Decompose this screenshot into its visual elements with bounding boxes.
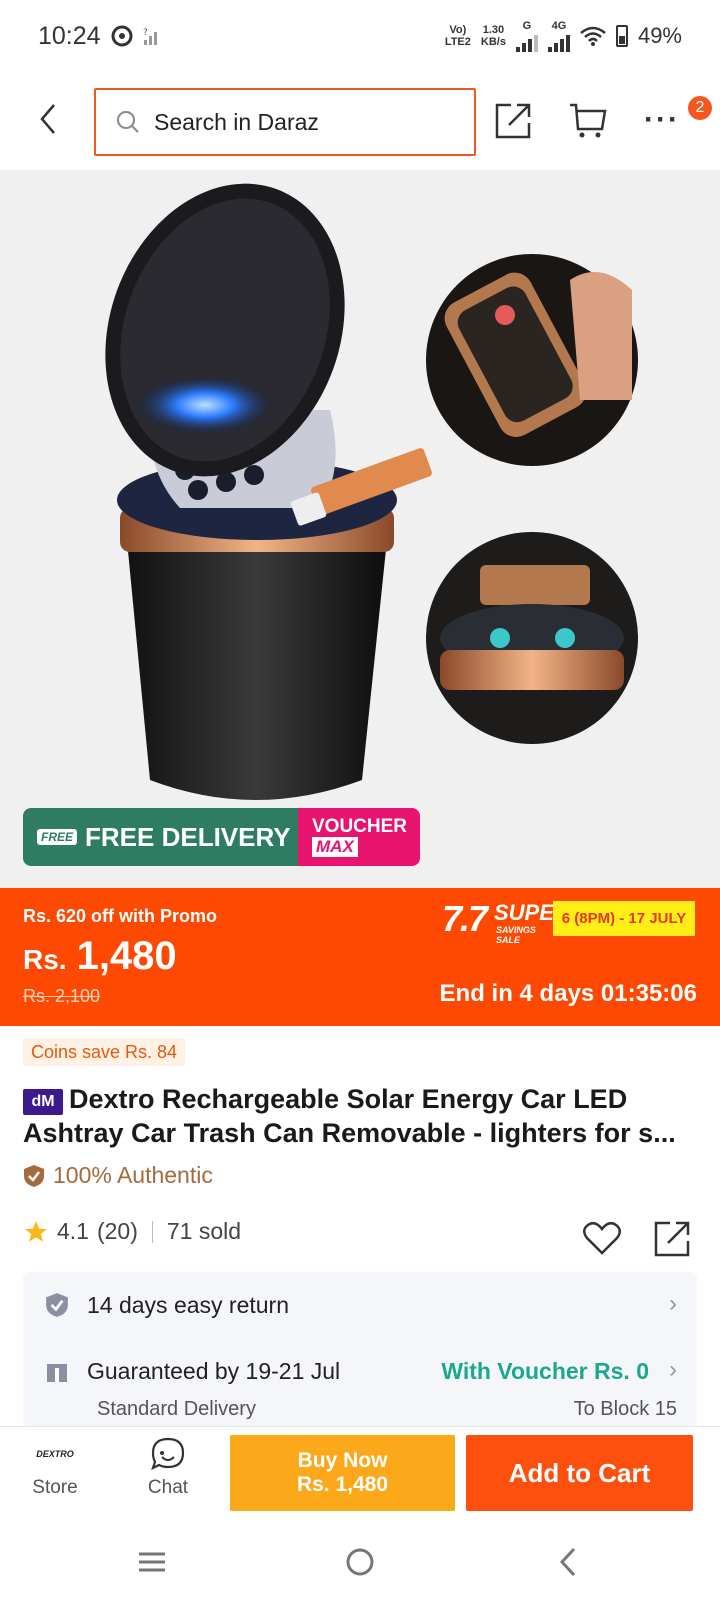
shield-check-icon	[24, 1164, 44, 1187]
price-banner: Rs. 620 off with Promo Rs. 1,480 Rs. 2,1…	[0, 888, 720, 1026]
search-placeholder: Search in Daraz	[154, 108, 319, 135]
sold-count: 71 sold	[166, 1218, 242, 1244]
cart-badge: 2	[688, 96, 712, 120]
delivery-type: Standard Delivery	[97, 1398, 256, 1420]
promo-off-text: Rs. 620 off with Promo	[23, 906, 218, 926]
product-image-carousel[interactable]: FREE FREE DELIVERY VOUCHER MAX	[0, 170, 720, 888]
signal-bars-icon	[515, 32, 538, 52]
star-icon	[25, 1220, 47, 1242]
authentic-badge: 100% Authentic	[23, 1162, 213, 1189]
store-button[interactable]: DEXTRO Store	[15, 1437, 95, 1499]
signal-4g: 4G	[547, 20, 570, 52]
chat-label: Chat	[147, 1477, 189, 1498]
product-title: dM Dextro Rechargeable Solar Energy Car L…	[23, 1082, 703, 1150]
store-logo: DEXTRO	[36, 1449, 74, 1459]
volte-indicator: Vo) LTE2	[444, 24, 471, 48]
chevron-left-icon	[40, 104, 55, 134]
share-icon	[495, 103, 531, 139]
free-truck-icon: FREE	[37, 829, 78, 845]
price-value: 1,480	[76, 934, 177, 978]
status-left: 10:24 ?	[38, 22, 161, 51]
sale-sub: SAVINGS SALE	[496, 925, 536, 945]
add-to-cart-button[interactable]: Add to Cart	[466, 1435, 693, 1511]
search-icon	[117, 111, 139, 133]
chevron-right-icon: ›	[669, 1290, 677, 1317]
signal-g: G	[515, 20, 538, 52]
store-label: Store	[32, 1477, 78, 1498]
svg-text:?: ?	[143, 28, 148, 38]
rating-row[interactable]: 4.1 (20) 71 sold	[23, 1218, 241, 1245]
authentic-label: 100% Authentic	[53, 1162, 213, 1188]
no-signal-icon: ?	[143, 28, 157, 45]
more-options-button[interactable]: ···	[640, 98, 684, 142]
back-button[interactable]	[28, 94, 68, 144]
super-sale-logo: 7.7 SUPER SAVINGS SALE	[442, 898, 570, 945]
system-back-button[interactable]	[543, 1540, 593, 1584]
home-button[interactable]	[335, 1540, 385, 1584]
home-circle-icon	[346, 1548, 374, 1576]
status-bar: 10:24 ? Vo) LTE2 1.30 KB/s G 4G 49%	[0, 0, 720, 72]
more-dots-icon: ···	[644, 103, 680, 136]
wifi-icon	[580, 26, 606, 46]
top-header: Search in Daraz ···	[0, 72, 720, 168]
battery-icon	[615, 25, 628, 47]
gift-box-icon	[43, 1358, 71, 1386]
return-shield-icon	[43, 1291, 71, 1319]
chevron-left-icon	[559, 1547, 576, 1577]
share-button[interactable]	[492, 98, 536, 142]
signal-bars-icon	[547, 32, 570, 52]
coins-save-badge: Coins save Rs. 84	[23, 1038, 186, 1066]
sale-dates-badge: 6 (8PM) - 17 JULY	[553, 901, 695, 936]
search-input[interactable]: Search in Daraz	[94, 88, 476, 156]
guarantee-label: Guaranteed by 19-21 Jul	[87, 1358, 341, 1384]
settings-gear-icon	[111, 25, 133, 47]
max-label: MAX	[312, 837, 358, 857]
status-time: 10:24	[38, 21, 101, 50]
promo-badge-strip: FREE FREE DELIVERY VOUCHER MAX	[23, 808, 420, 866]
chevron-right-icon: ›	[669, 1356, 677, 1383]
voucher-max-badge: VOUCHER MAX	[298, 808, 420, 866]
buy-now-label: Buy Now	[297, 1449, 388, 1472]
add-to-cart-label: Add to Cart	[508, 1457, 651, 1488]
services-panel: 14 days easy return › Guaranteed by 19-2…	[23, 1272, 697, 1427]
original-price: Rs. 2,100	[23, 986, 101, 1006]
wishlist-button[interactable]	[580, 1216, 624, 1260]
share-icon	[654, 1221, 690, 1257]
share-product-button[interactable]	[651, 1216, 695, 1260]
heart-icon	[583, 1221, 621, 1255]
cart-button[interactable]	[566, 98, 610, 142]
chat-icon	[151, 1437, 185, 1471]
sale-number: 7.7	[442, 898, 488, 939]
product-title-text: Dextro Rechargeable Solar Energy Car LED…	[23, 1084, 676, 1148]
system-navigation-bar	[0, 1526, 720, 1600]
bottom-action-bar: DEXTRO Store Chat Buy Now Rs. 1,480 Add …	[0, 1426, 720, 1526]
status-right: Vo) LTE2 1.30 KB/s G 4G 49%	[445, 20, 682, 52]
current-price: Rs. 1,480	[23, 934, 177, 979]
voucher-label: VOUCHER	[312, 816, 408, 837]
brand-logo-icon: dM	[23, 1089, 63, 1115]
free-delivery-badge: FREE FREE DELIVERY	[23, 808, 298, 866]
delivery-row[interactable]: Guaranteed by 19-21 Jul With Voucher Rs.…	[23, 1338, 697, 1427]
chat-button[interactable]: Chat	[128, 1437, 208, 1499]
product-image	[105, 183, 638, 800]
divider	[151, 1220, 153, 1243]
battery-percent: 49%	[637, 23, 682, 48]
delivery-location: To Block 15	[573, 1398, 677, 1420]
recent-apps-button[interactable]	[127, 1540, 177, 1584]
price-currency: Rs.	[23, 944, 67, 975]
countdown-timer: End in 4 days 01:35:06	[439, 980, 697, 1007]
buy-now-price: Rs. 1,480	[296, 1473, 389, 1496]
rating-value: 4.1	[57, 1218, 89, 1244]
return-label: 14 days easy return	[87, 1292, 290, 1318]
return-policy-row[interactable]: 14 days easy return ›	[23, 1272, 697, 1338]
network-speed: 1.30 KB/s	[480, 24, 506, 48]
voucher-label: With Voucher Rs. 0	[441, 1358, 649, 1384]
menu-icon	[139, 1552, 165, 1572]
buy-now-button[interactable]: Buy Now Rs. 1,480	[230, 1435, 455, 1511]
rating-count: (20)	[96, 1218, 138, 1244]
cart-icon	[570, 103, 607, 138]
free-delivery-label: FREE DELIVERY	[85, 821, 291, 852]
